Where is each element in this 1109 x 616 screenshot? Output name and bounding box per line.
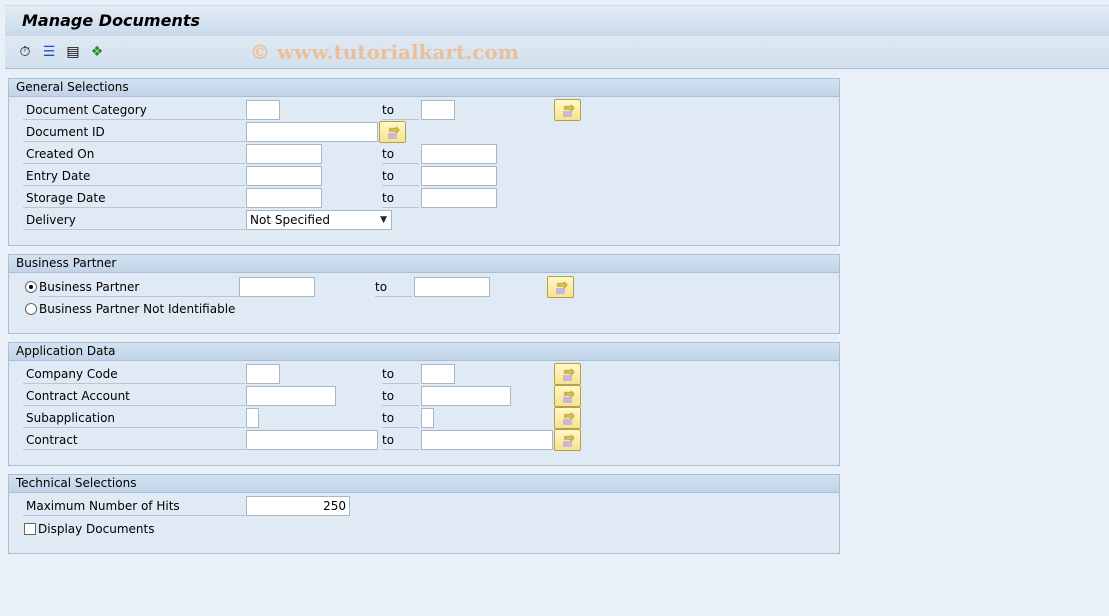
arrow-right-icon: ⇨ bbox=[564, 409, 575, 424]
business-partner-from-input[interactable] bbox=[239, 277, 315, 297]
storage-date-from-input[interactable] bbox=[246, 188, 322, 208]
business-partner-not-identifiable-radio[interactable] bbox=[25, 303, 37, 315]
entry-date-label: Entry Date bbox=[23, 166, 245, 186]
document-id-label: Document ID bbox=[23, 122, 245, 142]
delivery-value: Not Specified bbox=[250, 213, 330, 227]
subapplication-to-input[interactable] bbox=[421, 408, 434, 428]
arrow-right-icon: ⇨ bbox=[564, 387, 575, 402]
storage-date-label: Storage Date bbox=[23, 188, 245, 208]
to-label: to bbox=[375, 277, 412, 297]
application-data-group: Application Data Company Code to ⇨ Contr… bbox=[8, 342, 840, 466]
contract-account-to-input[interactable] bbox=[421, 386, 511, 406]
group-title: Technical Selections bbox=[9, 475, 839, 493]
company-code-from-input[interactable] bbox=[246, 364, 280, 384]
company-code-to-input[interactable] bbox=[421, 364, 455, 384]
title-bar: Manage Documents bbox=[5, 5, 1109, 36]
technical-selections-group: Technical Selections Maximum Number of H… bbox=[8, 474, 840, 554]
business-partner-to-input[interactable] bbox=[414, 277, 490, 297]
multiple-selection-button[interactable]: ⇨ bbox=[554, 385, 581, 407]
subapplication-label: Subapplication bbox=[23, 408, 245, 428]
entry-date-from-input[interactable] bbox=[246, 166, 322, 186]
max-hits-label: Maximum Number of Hits bbox=[23, 496, 245, 516]
to-label: to bbox=[382, 430, 419, 450]
watermark: © www.tutorialkart.com bbox=[250, 40, 519, 64]
entry-date-to-input[interactable] bbox=[421, 166, 497, 186]
to-label: to bbox=[382, 188, 419, 208]
document-category-to-input[interactable] bbox=[421, 100, 455, 120]
multiple-selection-button[interactable]: ⇨ bbox=[554, 99, 581, 121]
select-options-icon[interactable]: ☰ bbox=[39, 42, 59, 62]
to-label: to bbox=[382, 166, 419, 186]
execute-clock-icon[interactable]: ⏱ bbox=[15, 42, 35, 62]
multiple-selection-button[interactable]: ⇨ bbox=[554, 407, 581, 429]
to-label: to bbox=[382, 386, 419, 406]
group-title: Application Data bbox=[9, 343, 839, 361]
multiple-selection-button[interactable]: ⇨ bbox=[379, 121, 406, 143]
page-title: Manage Documents bbox=[22, 11, 201, 30]
contract-from-input[interactable] bbox=[246, 430, 378, 450]
to-label: to bbox=[382, 100, 419, 120]
general-selections-group: General Selections Document Category to … bbox=[8, 78, 840, 246]
contract-account-label: Contract Account bbox=[23, 386, 245, 406]
subapplication-from-input[interactable] bbox=[246, 408, 259, 428]
created-on-label: Created On bbox=[23, 144, 245, 164]
company-code-label: Company Code bbox=[23, 364, 245, 384]
contract-to-input[interactable] bbox=[421, 430, 553, 450]
arrow-right-icon: ⇨ bbox=[564, 365, 575, 380]
application-toolbar: ⏱ ☰ ▤ ❖ © www.tutorialkart.com bbox=[5, 36, 1109, 69]
arrow-right-icon: ⇨ bbox=[557, 278, 568, 293]
document-category-from-input[interactable] bbox=[246, 100, 280, 120]
business-partner-radio[interactable] bbox=[25, 281, 37, 293]
group-title: General Selections bbox=[9, 79, 839, 97]
multiple-selection-button[interactable]: ⇨ bbox=[554, 429, 581, 451]
business-partner-not-identifiable-label: Business Partner Not Identifiable bbox=[39, 302, 236, 316]
to-label: to bbox=[382, 408, 419, 428]
storage-date-to-input[interactable] bbox=[421, 188, 497, 208]
arrow-right-icon: ⇨ bbox=[564, 101, 575, 116]
business-partner-group: Business Partner Business Partner to ⇨ B… bbox=[8, 254, 840, 334]
get-variant-icon[interactable]: ▤ bbox=[63, 42, 83, 62]
delivery-label: Delivery bbox=[23, 210, 245, 230]
max-hits-input[interactable]: 250 bbox=[246, 496, 350, 516]
hierarchy-icon[interactable]: ❖ bbox=[87, 42, 107, 62]
multiple-selection-button[interactable]: ⇨ bbox=[554, 363, 581, 385]
multiple-selection-button[interactable]: ⇨ bbox=[547, 276, 574, 298]
created-on-to-input[interactable] bbox=[421, 144, 497, 164]
created-on-from-input[interactable] bbox=[246, 144, 322, 164]
document-category-label: Document Category bbox=[23, 100, 245, 120]
display-documents-checkbox[interactable] bbox=[24, 523, 36, 535]
to-label: to bbox=[382, 364, 419, 384]
document-id-input[interactable] bbox=[246, 122, 378, 142]
contract-account-from-input[interactable] bbox=[246, 386, 336, 406]
delivery-dropdown[interactable]: Not Specified ▼ bbox=[246, 210, 392, 230]
to-label: to bbox=[382, 144, 419, 164]
arrow-right-icon: ⇨ bbox=[564, 431, 575, 446]
display-documents-label: Display Documents bbox=[38, 522, 155, 536]
group-title: Business Partner bbox=[9, 255, 839, 273]
arrow-right-icon: ⇨ bbox=[389, 123, 400, 138]
chevron-down-icon: ▼ bbox=[380, 215, 387, 225]
business-partner-label: Business Partner bbox=[39, 277, 239, 297]
contract-label: Contract bbox=[23, 430, 245, 450]
